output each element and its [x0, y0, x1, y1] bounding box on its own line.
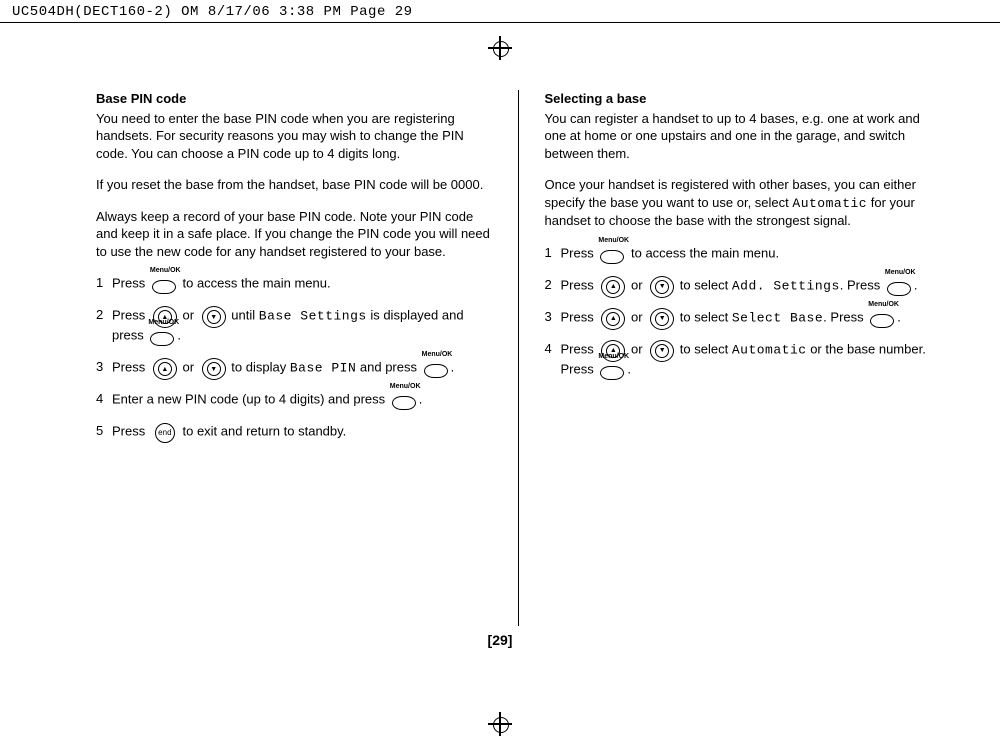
- page-number: [29]: [488, 632, 513, 648]
- section-title: Selecting a base: [545, 90, 941, 108]
- down-button-icon: ▼: [647, 308, 675, 328]
- list-item: 5 Press end to exit and return to standb…: [96, 422, 492, 442]
- text: or: [631, 309, 643, 324]
- paragraph: Always keep a record of your base PIN co…: [96, 208, 492, 261]
- text: to access the main menu.: [631, 245, 779, 260]
- text: Enter a new PIN code (up to 4 digits) an…: [112, 392, 385, 407]
- menu-option: Base Settings: [259, 309, 367, 324]
- up-button-icon: ▲: [598, 308, 626, 328]
- end-button-icon: end: [150, 422, 178, 442]
- list-item: 2 Press ▲ or ▼ to select Add. Settings. …: [545, 276, 941, 296]
- down-button-icon: ▼: [199, 306, 227, 326]
- step-number: 2: [545, 276, 561, 296]
- list-item: 4 Press ▲ or ▼ to select Automatic or th…: [545, 340, 941, 380]
- text: or: [631, 277, 643, 292]
- down-button-icon: ▼: [647, 340, 675, 360]
- text: Press: [112, 424, 145, 439]
- list-item: 4 Enter a new PIN code (up to 4 digits) …: [96, 390, 492, 410]
- paragraph: Once your handset is registered with oth…: [545, 176, 941, 230]
- list-item: 2 Press ▲ or ▼ until Base Settings is di…: [96, 306, 492, 346]
- text: and press: [360, 360, 417, 375]
- text: Press: [561, 277, 594, 292]
- right-column: Selecting a base You can register a hand…: [519, 90, 941, 626]
- menu-option: Select Base: [732, 310, 823, 325]
- menu-ok-button-icon: Menu/OK: [148, 326, 176, 346]
- text: Press: [561, 309, 594, 324]
- list-item: 3 Press ▲ or ▼ to select Select Base. Pr…: [545, 308, 941, 328]
- step-number: 5: [96, 422, 112, 442]
- menu-option: Add. Settings: [732, 278, 840, 293]
- down-button-icon: ▼: [199, 358, 227, 378]
- up-button-icon: ▲: [598, 276, 626, 296]
- menu-ok-button-icon: Menu/OK: [598, 360, 626, 380]
- step-number: 3: [96, 358, 112, 378]
- text: or: [631, 341, 643, 356]
- text: to select: [680, 309, 728, 324]
- list-item: 1 Press Menu/OK to access the main menu.: [545, 244, 941, 264]
- menu-option: Automatic: [732, 342, 807, 357]
- step-number: 3: [545, 308, 561, 328]
- step-number: 1: [96, 274, 112, 294]
- text: to exit and return to standby.: [182, 424, 346, 439]
- text: until: [231, 308, 255, 323]
- text: Press: [561, 341, 594, 356]
- page-columns: Base PIN code You need to enter the base…: [96, 90, 940, 626]
- text: Press: [830, 309, 863, 324]
- menu-ok-button-icon: Menu/OK: [598, 244, 626, 264]
- text: to access the main menu.: [182, 276, 330, 291]
- left-column: Base PIN code You need to enter the base…: [96, 90, 519, 626]
- text: Press: [112, 360, 145, 375]
- text: Press: [112, 308, 145, 323]
- step-number: 4: [545, 340, 561, 380]
- menu-ok-button-icon: Menu/OK: [868, 308, 896, 328]
- text: to select: [680, 341, 728, 356]
- paragraph: You need to enter the base PIN code when…: [96, 110, 492, 163]
- step-number: 1: [545, 244, 561, 264]
- text: to display: [231, 360, 286, 375]
- paragraph: If you reset the base from the handset, …: [96, 176, 492, 194]
- menu-ok-button-icon: Menu/OK: [150, 274, 178, 294]
- section-title: Base PIN code: [96, 90, 492, 108]
- menu-option: Automatic: [792, 196, 867, 211]
- text: or: [182, 308, 194, 323]
- text: Press: [561, 245, 594, 260]
- text: or: [182, 360, 194, 375]
- down-button-icon: ▼: [647, 276, 675, 296]
- menu-option: Base PIN: [290, 361, 356, 376]
- menu-ok-button-icon: Menu/OK: [885, 276, 913, 296]
- up-button-icon: ▲: [150, 358, 178, 378]
- text: Press: [112, 276, 145, 291]
- crop-mark-bottom: [488, 712, 512, 736]
- menu-ok-button-icon: Menu/OK: [390, 390, 418, 410]
- list-item: 3 Press ▲ or ▼ to display Base PIN and p…: [96, 358, 492, 378]
- list-item: 1 Press Menu/OK to access the main menu.: [96, 274, 492, 294]
- crop-mark-top: [488, 36, 512, 60]
- step-number: 2: [96, 306, 112, 346]
- step-number: 4: [96, 390, 112, 410]
- text: Press: [847, 277, 880, 292]
- text: to select: [680, 277, 728, 292]
- menu-ok-button-icon: Menu/OK: [422, 358, 450, 378]
- paragraph: You can register a handset to up to 4 ba…: [545, 110, 941, 163]
- print-header: UC504DH(DECT160-2) OM 8/17/06 3:38 PM Pa…: [0, 0, 1000, 23]
